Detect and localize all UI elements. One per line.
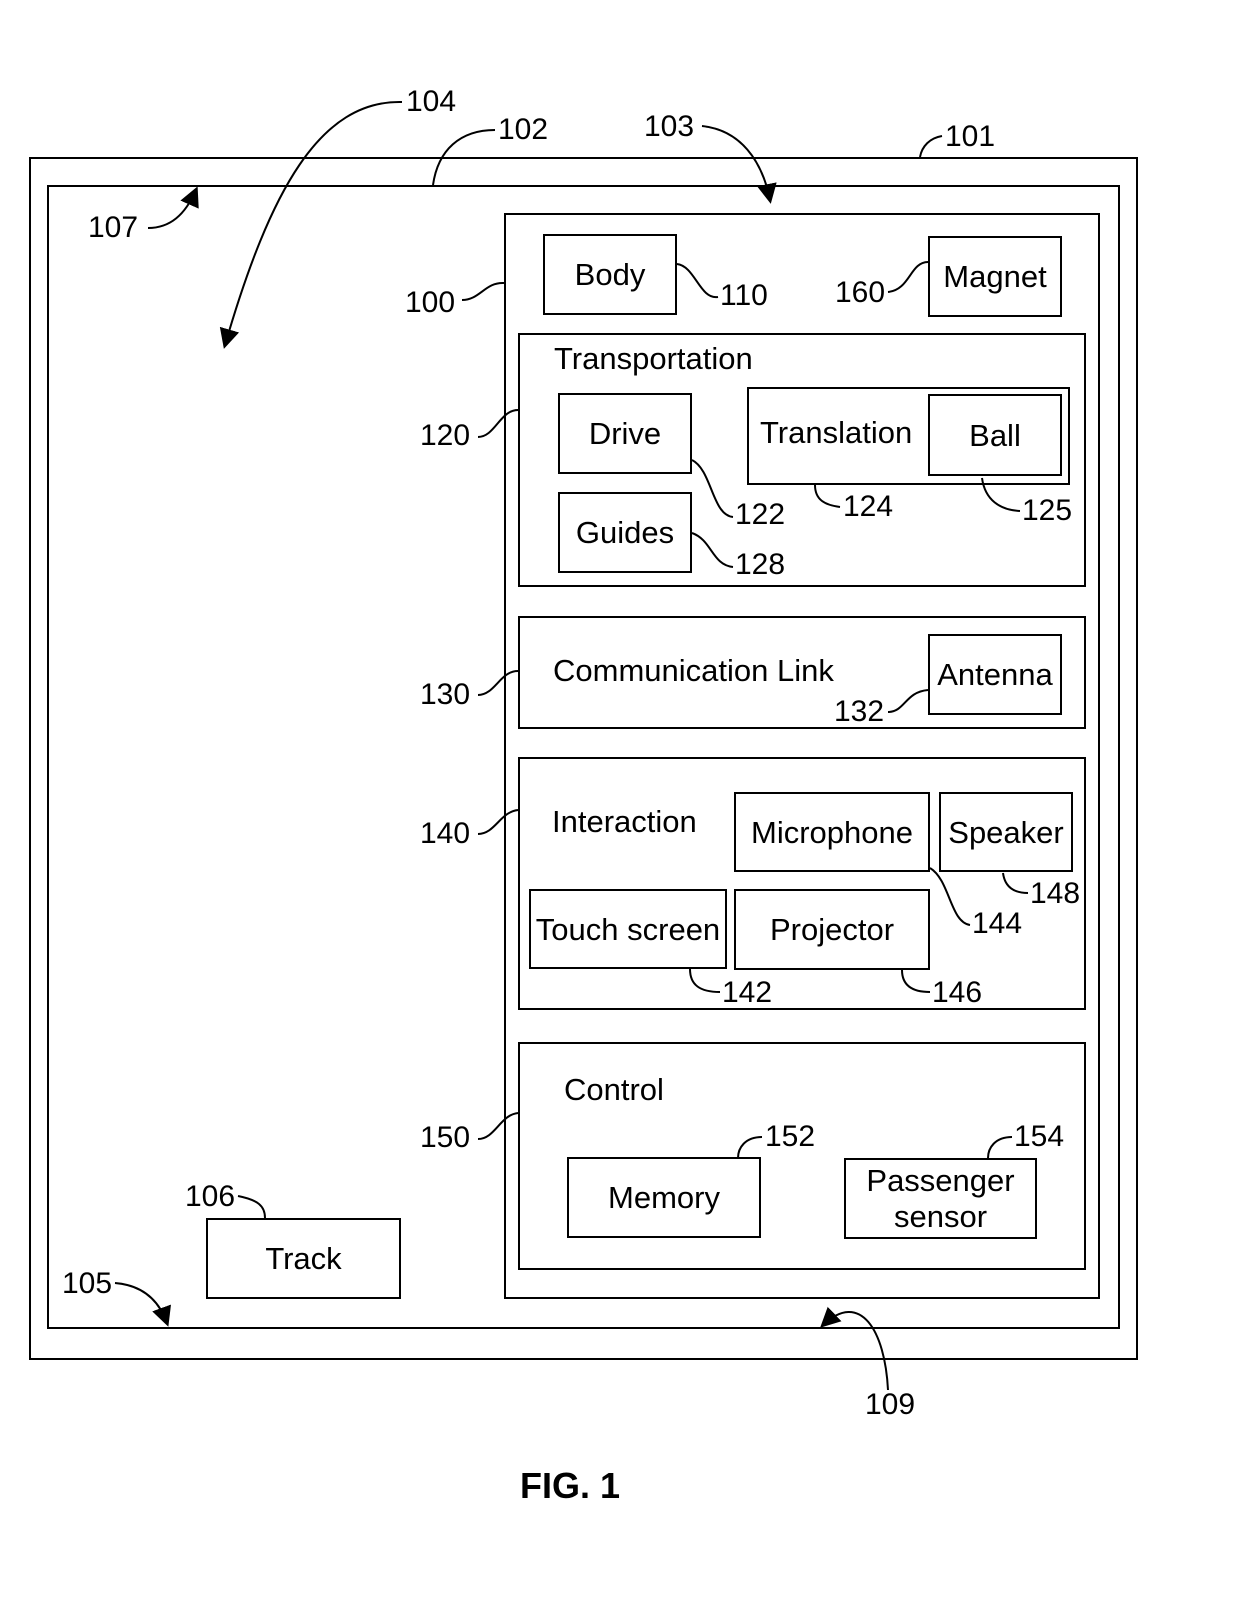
ref-105: 105: [62, 1267, 113, 1300]
ref-146: 146: [932, 976, 983, 1009]
guides-box: Guides: [558, 492, 692, 573]
interaction-label: Interaction: [552, 804, 697, 839]
ref-150: 150: [420, 1121, 471, 1154]
passenger-sensor-label: Passenger sensor: [866, 1162, 1015, 1234]
speaker-box: Speaker: [939, 792, 1073, 872]
memory-box: Memory: [567, 1157, 761, 1238]
speaker-label: Speaker: [948, 814, 1064, 850]
ref-104: 104: [406, 85, 457, 118]
microphone-box: Microphone: [734, 792, 930, 872]
ref-106: 106: [185, 1180, 236, 1213]
ref-148: 148: [1030, 877, 1081, 910]
antenna-box: Antenna: [928, 634, 1062, 715]
ref-140: 140: [420, 817, 471, 850]
ball-box: Ball: [928, 394, 1062, 476]
leader-101: [919, 135, 943, 158]
communication-label: Communication Link: [553, 653, 834, 688]
microphone-label: Microphone: [751, 814, 913, 850]
guides-label: Guides: [575, 515, 675, 550]
ref-152: 152: [765, 1120, 816, 1153]
antenna-label: Antenna: [937, 657, 1053, 692]
control-label: Control: [564, 1072, 664, 1107]
ref-124: 124: [843, 490, 894, 523]
ref-107: 107: [88, 211, 139, 244]
ref-120: 120: [420, 419, 471, 452]
drive-label: Drive: [588, 416, 662, 451]
figure-title: FIG. 1: [520, 1465, 621, 1506]
ref-130: 130: [420, 678, 471, 711]
projector-label: Projector: [769, 912, 895, 947]
touch-screen-box: Touch screen: [529, 889, 727, 969]
track-box: Track: [206, 1218, 401, 1299]
magnet-label: Magnet: [943, 259, 1047, 294]
memory-label: Memory: [608, 1180, 720, 1215]
ref-100: 100: [405, 286, 456, 319]
translation-label: Translation: [760, 415, 913, 450]
ball-label: Ball: [969, 417, 1021, 453]
ref-101: 101: [945, 120, 996, 153]
ref-160: 160: [835, 276, 886, 309]
ref-109: 109: [865, 1388, 916, 1421]
ref-110: 110: [720, 279, 768, 312]
projector-box: Projector: [734, 889, 930, 970]
ref-144: 144: [972, 907, 1023, 940]
touch-screen-label: Touch screen: [535, 911, 721, 947]
magnet-box: Magnet: [928, 236, 1062, 317]
ref-142: 142: [722, 976, 773, 1009]
body-box: Body: [543, 234, 677, 315]
ref-128: 128: [735, 548, 786, 581]
passenger-sensor-box: Passenger sensor: [844, 1158, 1037, 1239]
ref-125: 125: [1022, 494, 1073, 527]
ref-103: 103: [644, 110, 695, 143]
ref-122: 122: [735, 498, 786, 531]
ref-132: 132: [834, 695, 885, 728]
ref-154: 154: [1014, 1120, 1065, 1153]
track-label: Track: [265, 1241, 342, 1276]
transportation-label: Transportation: [554, 341, 753, 376]
drive-box: Drive: [558, 393, 692, 474]
ref-102: 102: [498, 113, 549, 146]
body-label: Body: [574, 257, 646, 292]
